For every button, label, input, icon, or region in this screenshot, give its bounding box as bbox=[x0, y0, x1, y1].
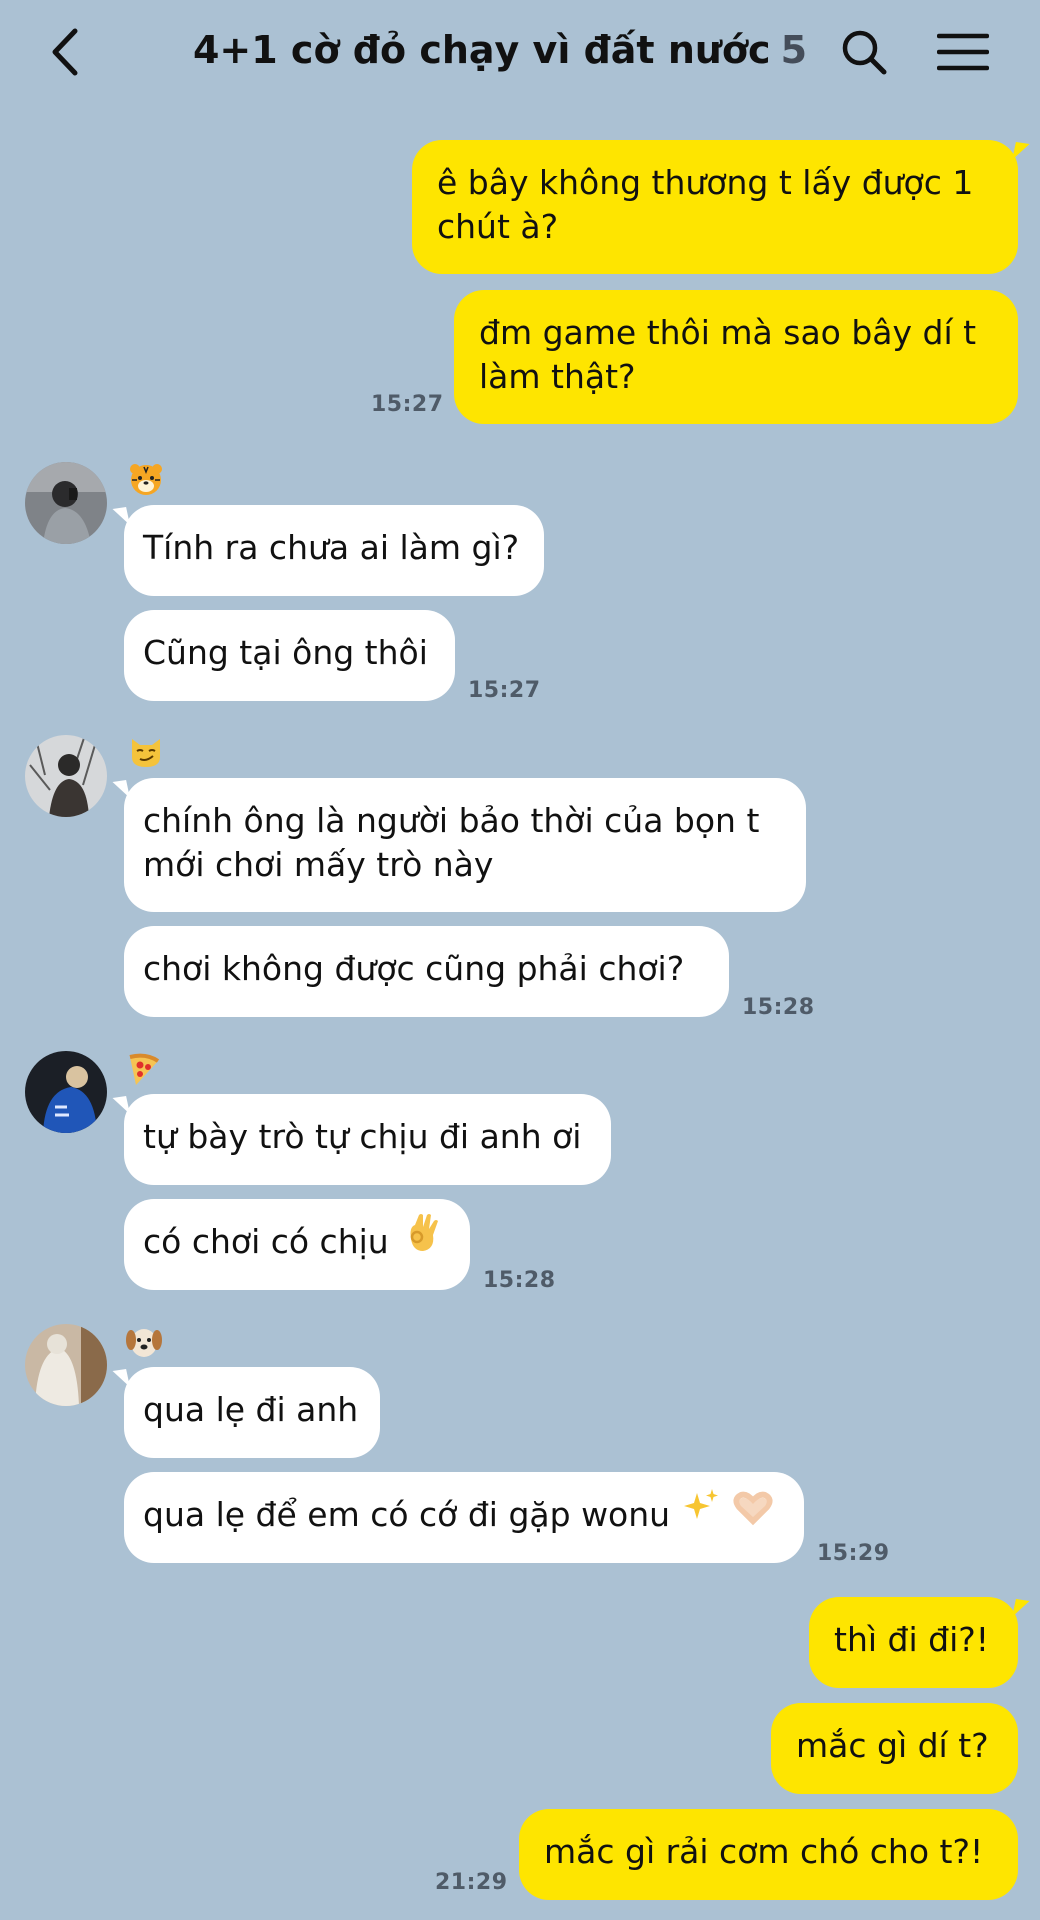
avatar-photo bbox=[25, 735, 107, 817]
message-timestamp: 15:29 bbox=[817, 1541, 890, 1566]
bubble-tail bbox=[112, 780, 130, 798]
message-timestamp: 21:29 bbox=[435, 1870, 508, 1895]
incoming-message[interactable]: qua lẹ đi anh bbox=[112, 1367, 380, 1458]
message-line: làm thật? bbox=[479, 357, 636, 396]
message-timestamp: 15:27 bbox=[468, 678, 541, 703]
message-line: đm game thôi mà sao bây dí t bbox=[479, 313, 977, 352]
bubble-tail bbox=[112, 507, 130, 525]
chat-title[interactable]: 4+1 cờ đỏ chạy vì đất nước 5 bbox=[150, 28, 850, 72]
message-text: qua lẹ để em có cớ đi gặp wonu bbox=[143, 1495, 671, 1534]
menu-button[interactable] bbox=[934, 24, 992, 80]
message-text: Cũng tại ông thôi bbox=[143, 633, 428, 672]
bubble-tail bbox=[1012, 142, 1030, 160]
incoming-message[interactable]: qua lẹ để em có cớ đi gặp wonu bbox=[124, 1472, 804, 1563]
smirking-cat-emoji bbox=[128, 735, 164, 769]
back-button[interactable] bbox=[40, 22, 90, 82]
avatar[interactable] bbox=[25, 462, 107, 544]
bubble-tail bbox=[1012, 1599, 1030, 1617]
incoming-message[interactable]: tự bày trò tự chịu đi anh ơi bbox=[112, 1094, 611, 1185]
message-line: mới chơi mấy trò này bbox=[143, 845, 494, 884]
message-line: chính ông là người bảo thời của bọn t bbox=[143, 801, 760, 840]
heart-hands-emoji bbox=[731, 1487, 775, 1538]
sparkles-emoji bbox=[681, 1487, 721, 1538]
incoming-message[interactable]: Cũng tại ông thôi bbox=[124, 610, 455, 701]
message-text: tự bày trò tự chịu đi anh ơi bbox=[143, 1117, 582, 1156]
message-line: ê bây không thương t lấy được 1 bbox=[437, 163, 974, 202]
bubble-tail bbox=[112, 1369, 130, 1387]
outgoing-message[interactable]: mắc gì dí t? bbox=[771, 1703, 1018, 1794]
avatar-photo bbox=[25, 462, 107, 544]
message-text: chơi không được cũng phải chơi? bbox=[143, 949, 685, 988]
search-icon bbox=[842, 30, 887, 75]
message-text: mắc gì dí t? bbox=[796, 1726, 989, 1765]
incoming-message[interactable]: chính ông là người bảo thời của bọn t mớ… bbox=[112, 778, 806, 912]
message-timestamp: 15:27 bbox=[371, 392, 444, 417]
avatar[interactable] bbox=[25, 1324, 107, 1406]
tiger-emoji bbox=[128, 462, 164, 496]
outgoing-message[interactable]: ê bây không thương t lấy được 1 chút à? bbox=[412, 140, 1030, 274]
message-text: Tính ra chưa ai làm gì? bbox=[143, 528, 520, 567]
pizza-emoji bbox=[126, 1051, 162, 1085]
chevron-left-icon bbox=[52, 28, 78, 76]
outgoing-message[interactable]: thì đi đi?! bbox=[809, 1597, 1030, 1688]
member-count: 5 bbox=[780, 28, 808, 72]
hamburger-menu-icon bbox=[937, 33, 989, 71]
message-text: có chơi có chịu bbox=[143, 1222, 389, 1261]
message-text: qua lẹ đi anh bbox=[143, 1390, 359, 1429]
ok-hand-emoji bbox=[403, 1211, 443, 1266]
message-text: thì đi đi?! bbox=[834, 1620, 989, 1659]
avatar[interactable] bbox=[25, 735, 107, 817]
search-button[interactable] bbox=[838, 24, 890, 80]
chat-room-name: 4+1 cờ đỏ chạy vì đất nước bbox=[192, 28, 771, 72]
message-timestamp: 15:28 bbox=[742, 995, 815, 1020]
outgoing-message[interactable]: đm game thôi mà sao bây dí t làm thật? bbox=[454, 290, 1018, 424]
avatar[interactable] bbox=[25, 1051, 107, 1133]
outgoing-message[interactable]: mắc gì rải cơm chó cho t?! bbox=[519, 1809, 1018, 1900]
message-text: mắc gì rải cơm chó cho t?! bbox=[544, 1832, 984, 1871]
incoming-message[interactable]: chơi không được cũng phải chơi? bbox=[124, 926, 729, 1017]
incoming-message[interactable]: Tính ra chưa ai làm gì? bbox=[112, 505, 544, 596]
message-line: chút à? bbox=[437, 207, 559, 246]
avatar-photo bbox=[25, 1051, 107, 1133]
message-timestamp: 15:28 bbox=[483, 1268, 556, 1293]
chat-header: 4+1 cờ đỏ chạy vì đất nước 5 bbox=[0, 0, 1040, 108]
dog-emoji bbox=[125, 1324, 162, 1358]
bubble-tail bbox=[112, 1096, 130, 1114]
avatar-photo bbox=[25, 1324, 107, 1406]
incoming-message[interactable]: có chơi có chịu bbox=[124, 1199, 470, 1290]
